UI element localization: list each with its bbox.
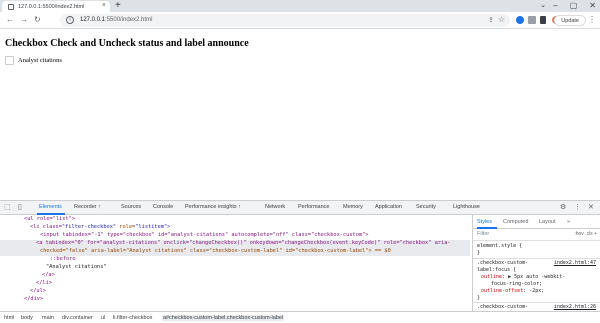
elements-tree[interactable]: <ul role="list"> <li class="filter-check… bbox=[0, 215, 470, 311]
forward-icon[interactable]: → bbox=[20, 15, 28, 24]
styles-filter-input[interactable]: Filter bbox=[477, 231, 489, 237]
side-panel-icon[interactable] bbox=[540, 16, 546, 24]
devtools-tab-bar: ⬚ ▯ Elements Recorder ↑ Sources Console … bbox=[0, 201, 600, 215]
page-title: Checkbox Check and Uncheck status and la… bbox=[5, 38, 249, 49]
css-declaration[interactable]: outline-offset: -2px; bbox=[477, 288, 599, 294]
tab-console[interactable]: Console bbox=[153, 204, 173, 210]
devtools-panel: ⬚ ▯ Elements Recorder ↑ Sources Console … bbox=[0, 200, 600, 323]
minimize-icon[interactable]: – bbox=[553, 0, 557, 12]
dom-node-selected-cont[interactable]: checked="false" aria-label="Analyst cita… bbox=[0, 248, 470, 256]
address-bar[interactable]: i 127.0.0.1:5500/index2.html ⇪ ☆ bbox=[60, 14, 510, 27]
reload-icon[interactable]: ↻ bbox=[34, 15, 41, 24]
tab-memory[interactable]: Memory bbox=[343, 204, 363, 210]
divider bbox=[473, 258, 600, 259]
pseudo-element[interactable]: ::before bbox=[0, 256, 470, 264]
menu-icon[interactable]: ⋮ bbox=[588, 15, 596, 24]
breadcrumb-ul[interactable]: ul bbox=[101, 315, 105, 321]
css-declaration-cont: focus-ring-color; bbox=[491, 281, 543, 287]
browser-toolbar: ← → ↻ i 127.0.0.1:5500/index2.html ⇪ ☆ U… bbox=[0, 12, 600, 29]
analyst-citations-checkbox[interactable] bbox=[5, 56, 14, 65]
styles-pane: Styles Computed Layout » Filter :hov .cl… bbox=[472, 215, 600, 311]
breadcrumb-a-selected[interactable]: a#checkbox-custom-label.checkbox-custom-… bbox=[162, 315, 285, 321]
back-icon[interactable]: ← bbox=[6, 15, 14, 24]
close-window-icon[interactable]: ✕ bbox=[589, 0, 596, 12]
element-style-rule[interactable]: element.style { bbox=[477, 243, 599, 249]
share-icon[interactable]: ⇪ bbox=[488, 16, 494, 24]
close-devtools-icon[interactable]: ✕ bbox=[588, 203, 594, 211]
browser-tab[interactable]: 127.0.0.1:5500/index2.html × bbox=[2, 1, 110, 12]
extension-icon[interactable] bbox=[516, 16, 524, 24]
url-text: 127.0.0.1:5500/index2.html bbox=[80, 17, 153, 23]
tab-security[interactable]: Security bbox=[416, 204, 436, 210]
divider bbox=[473, 302, 600, 303]
tab-sources[interactable]: Sources bbox=[121, 204, 141, 210]
maximize-icon[interactable]: ▢ bbox=[570, 0, 578, 12]
update-button[interactable]: Update bbox=[554, 15, 586, 26]
tab-performance-insights[interactable]: Performance insights ↑ bbox=[185, 204, 241, 210]
styles-filter-row: Filter :hov .cls + bbox=[473, 229, 600, 241]
breadcrumb: html body main div.container ul li.filte… bbox=[0, 311, 600, 323]
css-declaration[interactable]: outline: ▶ 5px auto -webkit- bbox=[477, 274, 599, 280]
dom-node[interactable]: </div> bbox=[0, 296, 470, 304]
dom-node[interactable]: <li class="filter-checkbox" role="listit… bbox=[0, 224, 470, 232]
breadcrumb-html[interactable]: html bbox=[4, 315, 14, 321]
site-info-icon[interactable]: i bbox=[66, 16, 74, 24]
tab-network[interactable]: Network bbox=[265, 204, 285, 210]
dom-node-selected[interactable]: <a tabindex="0" for="analyst-citations" … bbox=[0, 240, 470, 248]
tab-application[interactable]: Application bbox=[375, 204, 402, 210]
inspect-element-icon[interactable]: ⬚ bbox=[4, 203, 11, 211]
styles-tab-bar: Styles Computed Layout » bbox=[473, 215, 600, 229]
rule-source-link[interactable]: index2.html:26 bbox=[554, 304, 596, 310]
rule-source-link[interactable]: index2.html:47 bbox=[554, 260, 596, 266]
tab-strip: 127.0.0.1:5500/index2.html × + ⌄ – ▢ ✕ bbox=[0, 0, 600, 12]
breadcrumb-body[interactable]: body bbox=[21, 315, 33, 321]
tab-elements[interactable]: Elements bbox=[39, 204, 62, 210]
close-brace: } bbox=[477, 250, 481, 256]
rule-selector-cont[interactable]: label:focus { bbox=[477, 267, 599, 273]
breadcrumb-div-container[interactable]: div.container bbox=[62, 315, 93, 321]
dom-node[interactable]: </ul> bbox=[0, 288, 470, 296]
device-toolbar-icon[interactable]: ▯ bbox=[18, 203, 22, 211]
tab-performance[interactable]: Performance bbox=[298, 204, 330, 210]
tab-recorder[interactable]: Recorder ↑ bbox=[74, 204, 101, 210]
checkbox-label[interactable]: Analyst citations bbox=[18, 57, 62, 64]
tab-title: 127.0.0.1:5500/index2.html bbox=[18, 3, 85, 10]
dom-node[interactable]: </a> bbox=[0, 272, 470, 280]
styles-filter-tools[interactable]: :hov .cls + bbox=[574, 231, 597, 237]
extensions-puzzle-icon[interactable] bbox=[528, 16, 536, 24]
close-brace: } bbox=[477, 295, 481, 301]
new-tab-button[interactable]: + bbox=[115, 0, 121, 12]
settings-gear-icon[interactable]: ⚙ bbox=[560, 203, 566, 211]
tab-styles[interactable]: Styles bbox=[477, 219, 492, 225]
dom-node[interactable]: </li> bbox=[0, 280, 470, 288]
dom-node[interactable]: <ul role="list"> bbox=[0, 216, 470, 224]
tab-lighthouse[interactable]: Lighthouse bbox=[453, 204, 480, 210]
tab-search-icon[interactable]: ⌄ bbox=[540, 0, 546, 12]
more-options-icon[interactable]: ⋮ bbox=[574, 203, 581, 211]
text-node[interactable]: "Analyst citations" bbox=[0, 264, 470, 272]
close-tab-icon[interactable]: × bbox=[102, 2, 106, 9]
page-favicon-icon bbox=[8, 3, 14, 10]
tab-computed[interactable]: Computed bbox=[503, 219, 528, 225]
dom-node[interactable]: <input tabindex="-1" type="checkbox" id=… bbox=[0, 232, 470, 240]
tab-layout[interactable]: Layout bbox=[539, 219, 556, 225]
breadcrumb-main[interactable]: main bbox=[42, 315, 54, 321]
more-tabs-icon[interactable]: » bbox=[567, 219, 570, 225]
window-controls: – ▢ ✕ bbox=[553, 0, 596, 12]
bookmark-star-icon[interactable]: ☆ bbox=[498, 15, 505, 24]
breadcrumb-li[interactable]: li.filter-checkbox bbox=[113, 315, 152, 321]
